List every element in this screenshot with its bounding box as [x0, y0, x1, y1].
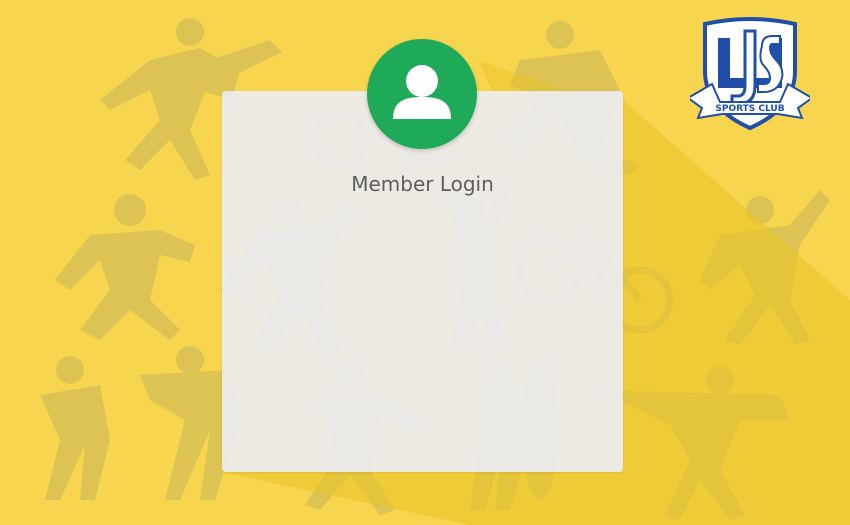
logo-text: SPORTS CLUB: [715, 104, 784, 114]
avatar: [367, 39, 477, 149]
sports-club-logo: SPORTS CLUB: [690, 17, 810, 131]
member-login-title: Member Login: [351, 172, 494, 196]
user-icon: [393, 65, 451, 119]
